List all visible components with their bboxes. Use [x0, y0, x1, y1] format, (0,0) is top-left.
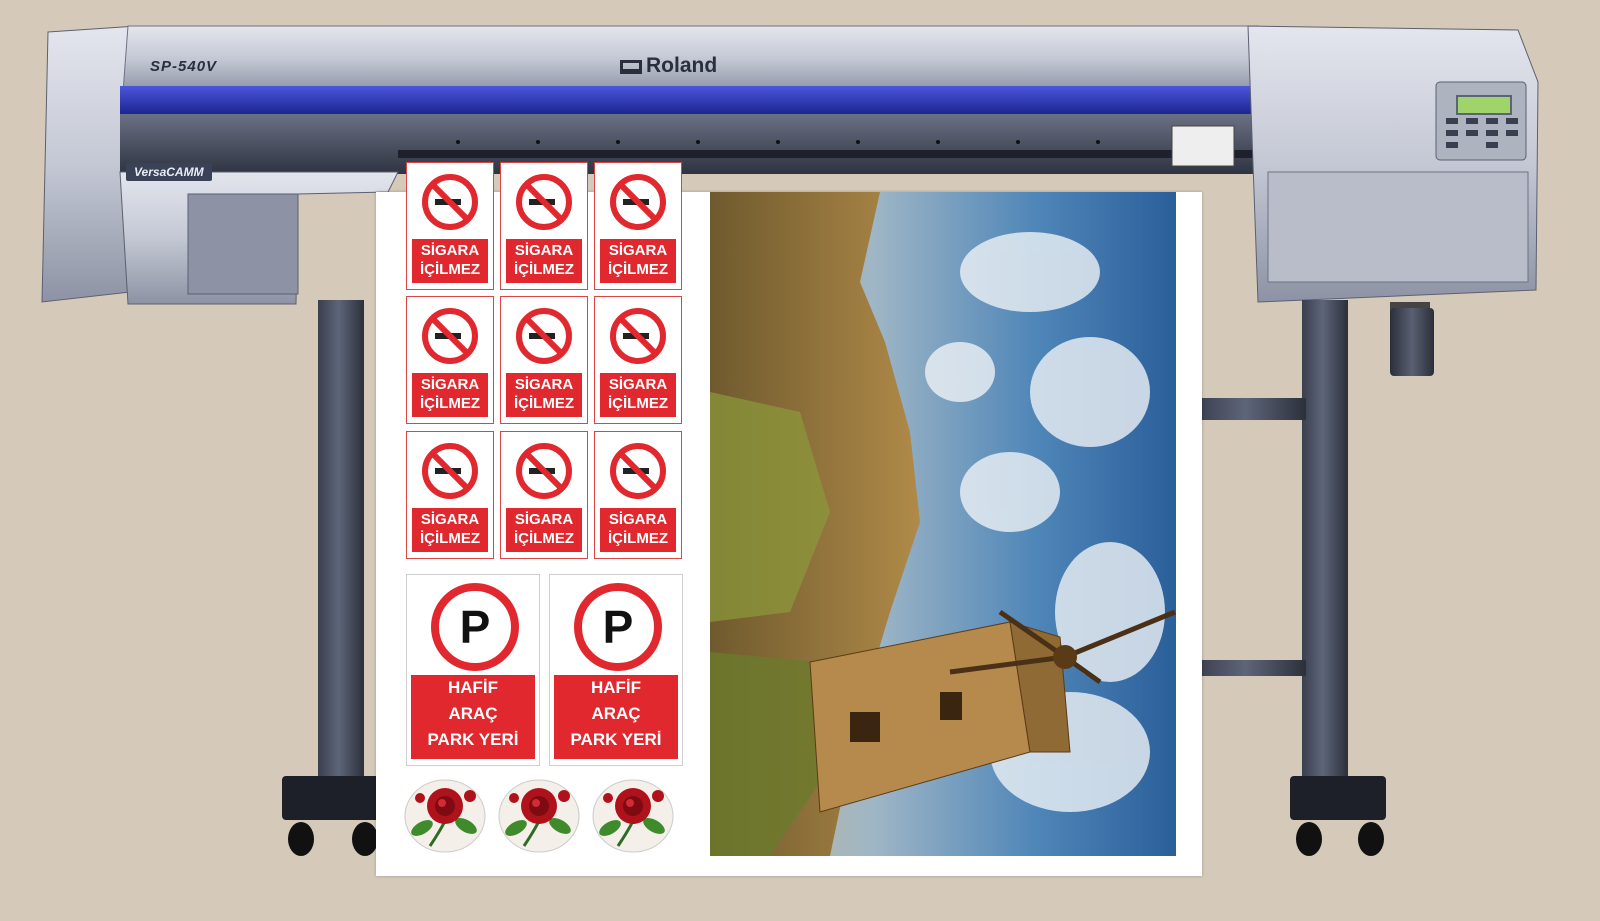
- no-smoking-icon: [610, 174, 666, 230]
- series-label: VersaCAMM: [126, 163, 212, 181]
- parking-icon: P: [574, 583, 662, 671]
- right-leg: [1302, 300, 1348, 782]
- left-wheel-2: [352, 822, 378, 856]
- parking-symbol: P: [603, 601, 634, 653]
- ink-bottle: [1390, 308, 1434, 376]
- parking-icon: P: [431, 583, 519, 671]
- sign-line: SİGARA: [420, 242, 480, 259]
- parking-symbol: P: [460, 601, 491, 653]
- sign-line: SİGARA: [608, 242, 668, 259]
- crossbar-right: [1196, 398, 1306, 420]
- no-smoking-icon: [516, 443, 572, 499]
- sign-line: İÇİLMEZ: [514, 530, 574, 547]
- brand-name: Roland: [646, 54, 718, 77]
- sign-line: SİGARA: [514, 511, 574, 528]
- sign-text: SİGARA İÇİLMEZ: [506, 239, 582, 283]
- no-smoking-icon: [422, 174, 478, 230]
- roland-logo-icon: [620, 60, 642, 74]
- no-smoking-sign: SİGARA İÇİLMEZ: [406, 296, 494, 424]
- no-smoking-sign: SİGARA İÇİLMEZ: [406, 431, 494, 559]
- sign-text: SİGARA İÇİLMEZ: [506, 508, 582, 552]
- sign-line: SİGARA: [514, 376, 574, 393]
- sign-line: İÇİLMEZ: [420, 530, 480, 547]
- no-smoking-sign: SİGARA İÇİLMEZ: [594, 431, 682, 559]
- no-smoking-sign: SİGARA İÇİLMEZ: [594, 162, 682, 290]
- model-label: SP-540V: [150, 58, 218, 75]
- sign-text: SİGARA İÇİLMEZ: [412, 508, 488, 552]
- no-smoking-icon: [516, 174, 572, 230]
- no-smoking-sign: SİGARA İÇİLMEZ: [406, 162, 494, 290]
- no-smoking-sign: SİGARA İÇİLMEZ: [594, 296, 682, 424]
- left-foot: [282, 776, 380, 820]
- parking-sign: P HAFİF ARAÇ PARK YERİ: [406, 574, 540, 766]
- sign-line: ARAÇ: [448, 704, 498, 723]
- crossbar-right-low: [1196, 660, 1306, 676]
- sign-line: PARK YERİ: [570, 730, 662, 749]
- rose-sticker: [404, 779, 486, 853]
- sign-line: HAFİF: [447, 678, 499, 697]
- no-smoking-sign: SİGARA İÇİLMEZ: [500, 162, 588, 290]
- sign-line: SİGARA: [420, 511, 480, 528]
- brand-logo: Roland: [620, 54, 717, 78]
- no-smoking-sign: SİGARA İÇİLMEZ: [500, 431, 588, 559]
- parking-sign: P HAFİF ARAÇ PARK YERİ: [549, 574, 683, 766]
- sign-text: HAFİF ARAÇ PARK YERİ: [411, 675, 535, 759]
- sign-text: SİGARA İÇİLMEZ: [412, 239, 488, 283]
- no-smoking-icon: [422, 443, 478, 499]
- sign-text: SİGARA İÇİLMEZ: [600, 373, 676, 417]
- landscape-photo-print: [710, 192, 1176, 856]
- sign-text: SİGARA İÇİLMEZ: [600, 239, 676, 283]
- lcd-display: [1456, 95, 1512, 115]
- left-wheel-1: [288, 822, 314, 856]
- sign-line: İÇİLMEZ: [514, 261, 574, 278]
- sign-text: SİGARA İÇİLMEZ: [600, 508, 676, 552]
- sign-line: SİGARA: [420, 376, 480, 393]
- sign-line: İÇİLMEZ: [608, 261, 668, 278]
- sign-line: İÇİLMEZ: [420, 395, 480, 412]
- sign-text: SİGARA İÇİLMEZ: [412, 373, 488, 417]
- rose-sticker: [592, 779, 674, 853]
- no-smoking-icon: [610, 443, 666, 499]
- sign-line: HAFİF: [590, 678, 642, 697]
- sign-line: İÇİLMEZ: [514, 395, 574, 412]
- no-smoking-icon: [516, 308, 572, 364]
- no-smoking-sign: SİGARA İÇİLMEZ: [500, 296, 588, 424]
- sign-text: HAFİF ARAÇ PARK YERİ: [554, 675, 678, 759]
- left-leg: [318, 300, 364, 782]
- sign-line: İÇİLMEZ: [608, 395, 668, 412]
- sign-line: SİGARA: [608, 511, 668, 528]
- sign-text: SİGARA İÇİLMEZ: [506, 373, 582, 417]
- no-smoking-icon: [422, 308, 478, 364]
- rose-sticker: [498, 779, 580, 853]
- sign-line: İÇİLMEZ: [608, 530, 668, 547]
- no-smoking-icon: [610, 308, 666, 364]
- sign-line: ARAÇ: [591, 704, 641, 723]
- right-wheel-2: [1358, 822, 1384, 856]
- sign-line: İÇİLMEZ: [420, 261, 480, 278]
- printer-scene: SP-540V Roland VersaCAMM SİGARA İÇİLMEZ S…: [0, 0, 1600, 921]
- sign-line: PARK YERİ: [427, 730, 519, 749]
- right-wheel-1: [1296, 822, 1322, 856]
- right-foot: [1290, 776, 1386, 820]
- sign-line: SİGARA: [514, 242, 574, 259]
- sign-line: SİGARA: [608, 376, 668, 393]
